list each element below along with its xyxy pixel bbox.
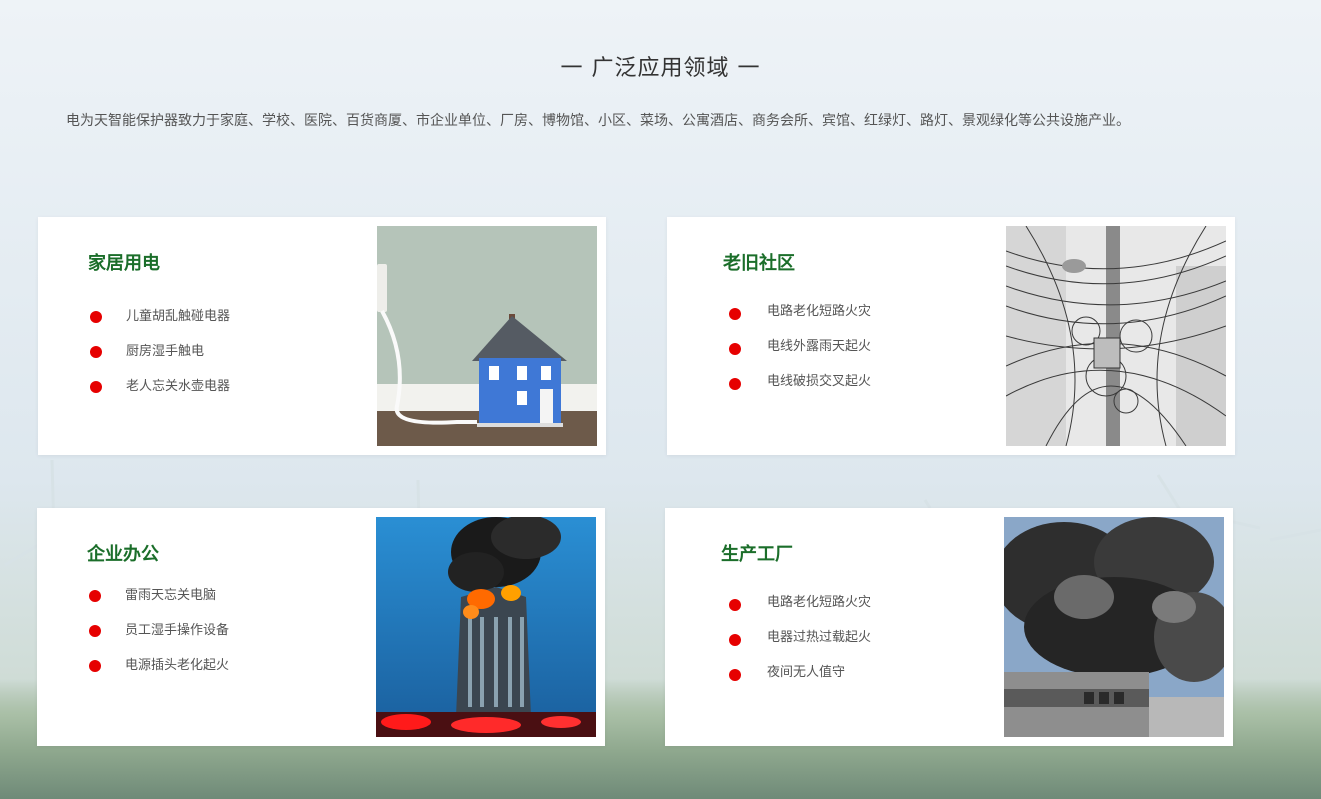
list-item-text: 厨房湿手触电 <box>126 344 205 359</box>
card-production-factory[interactable]: 生产工厂 电路老化短路火灾 电器过热过载起火 夜间无人值守 <box>665 508 1233 746</box>
card-title: 企业办公 <box>87 544 159 565</box>
bullet-dot-icon <box>89 589 101 602</box>
card-title: 生产工厂 <box>721 544 793 565</box>
bullet-dot-icon <box>729 342 741 355</box>
list-item-text: 员工湿手操作设备 <box>125 623 230 638</box>
list-item: 电源插头老化起火 <box>89 646 229 681</box>
list-item: 电线破损交叉起火 <box>729 362 871 397</box>
list-item-text: 儿童胡乱触碰电器 <box>126 309 231 324</box>
section-title: 一 广泛应用领域 一 <box>560 56 761 81</box>
list-item: 儿童胡乱触碰电器 <box>90 297 230 332</box>
bullet-dot-icon <box>90 380 102 393</box>
list-item: 电路老化短路火灾 <box>729 292 871 327</box>
tangled-wires-pole-photo <box>1006 226 1226 446</box>
burning-office-tower-photo <box>376 517 596 737</box>
list-item-text: 电线破损交叉起火 <box>767 374 872 389</box>
factory-smoke-photo <box>1004 517 1224 737</box>
list-item: 夜间无人值守 <box>729 653 871 688</box>
list-item-text: 电线外露雨天起火 <box>767 339 872 354</box>
bullet-dot-icon <box>90 310 102 323</box>
section-description: 电为天智能保护器致力于家庭、学校、医院、百货商厦、市企业单位、厂房、博物馆、小区… <box>66 113 1130 129</box>
card-old-community[interactable]: 老旧社区 电路老化短路火灾 电线外露雨天起火 电线破损交叉起火 <box>667 217 1235 455</box>
list-item: 厨房湿手触电 <box>90 332 230 367</box>
card-item-list: 电路老化短路火灾 电器过热过载起火 夜间无人值守 <box>729 583 871 688</box>
bullet-dot-icon <box>89 624 101 637</box>
list-item: 电路老化短路火灾 <box>729 583 871 618</box>
bullet-dot-icon <box>89 659 101 672</box>
card-item-list: 电路老化短路火灾 电线外露雨天起火 电线破损交叉起火 <box>729 292 871 397</box>
list-item: 电器过热过载起火 <box>729 618 871 653</box>
bullet-dot-icon <box>729 307 741 320</box>
card-item-list: 雷雨天忘关电脑 员工湿手操作设备 电源插头老化起火 <box>89 576 229 681</box>
list-item-text: 电源插头老化起火 <box>125 658 230 673</box>
card-home-electricity[interactable]: 家居用电 儿童胡乱触碰电器 厨房湿手触电 老人忘关水壶电器 <box>38 217 606 455</box>
list-item-text: 老人忘关水壶电器 <box>126 379 231 394</box>
card-enterprise-office[interactable]: 企业办公 雷雨天忘关电脑 员工湿手操作设备 电源插头老化起火 <box>37 508 605 746</box>
bullet-dot-icon <box>729 668 741 681</box>
list-item-text: 电路老化短路火灾 <box>767 595 872 610</box>
list-item: 雷雨天忘关电脑 <box>89 576 229 611</box>
card-title: 家居用电 <box>88 253 160 274</box>
list-item-text: 电路老化短路火灾 <box>767 304 872 319</box>
card-item-list: 儿童胡乱触碰电器 厨房湿手触电 老人忘关水壶电器 <box>90 297 230 402</box>
bullet-dot-icon <box>90 345 102 358</box>
bullet-dot-icon <box>729 633 741 646</box>
list-item-text: 雷雨天忘关电脑 <box>125 588 217 603</box>
house-with-plug-photo <box>377 226 597 446</box>
list-item-text: 夜间无人值守 <box>767 665 846 680</box>
bullet-dot-icon <box>729 598 741 611</box>
list-item-text: 电器过热过载起火 <box>767 630 872 645</box>
list-item: 电线外露雨天起火 <box>729 327 871 362</box>
bullet-dot-icon <box>729 377 741 390</box>
list-item: 员工湿手操作设备 <box>89 611 229 646</box>
list-item: 老人忘关水壶电器 <box>90 367 230 402</box>
card-title: 老旧社区 <box>723 253 795 274</box>
